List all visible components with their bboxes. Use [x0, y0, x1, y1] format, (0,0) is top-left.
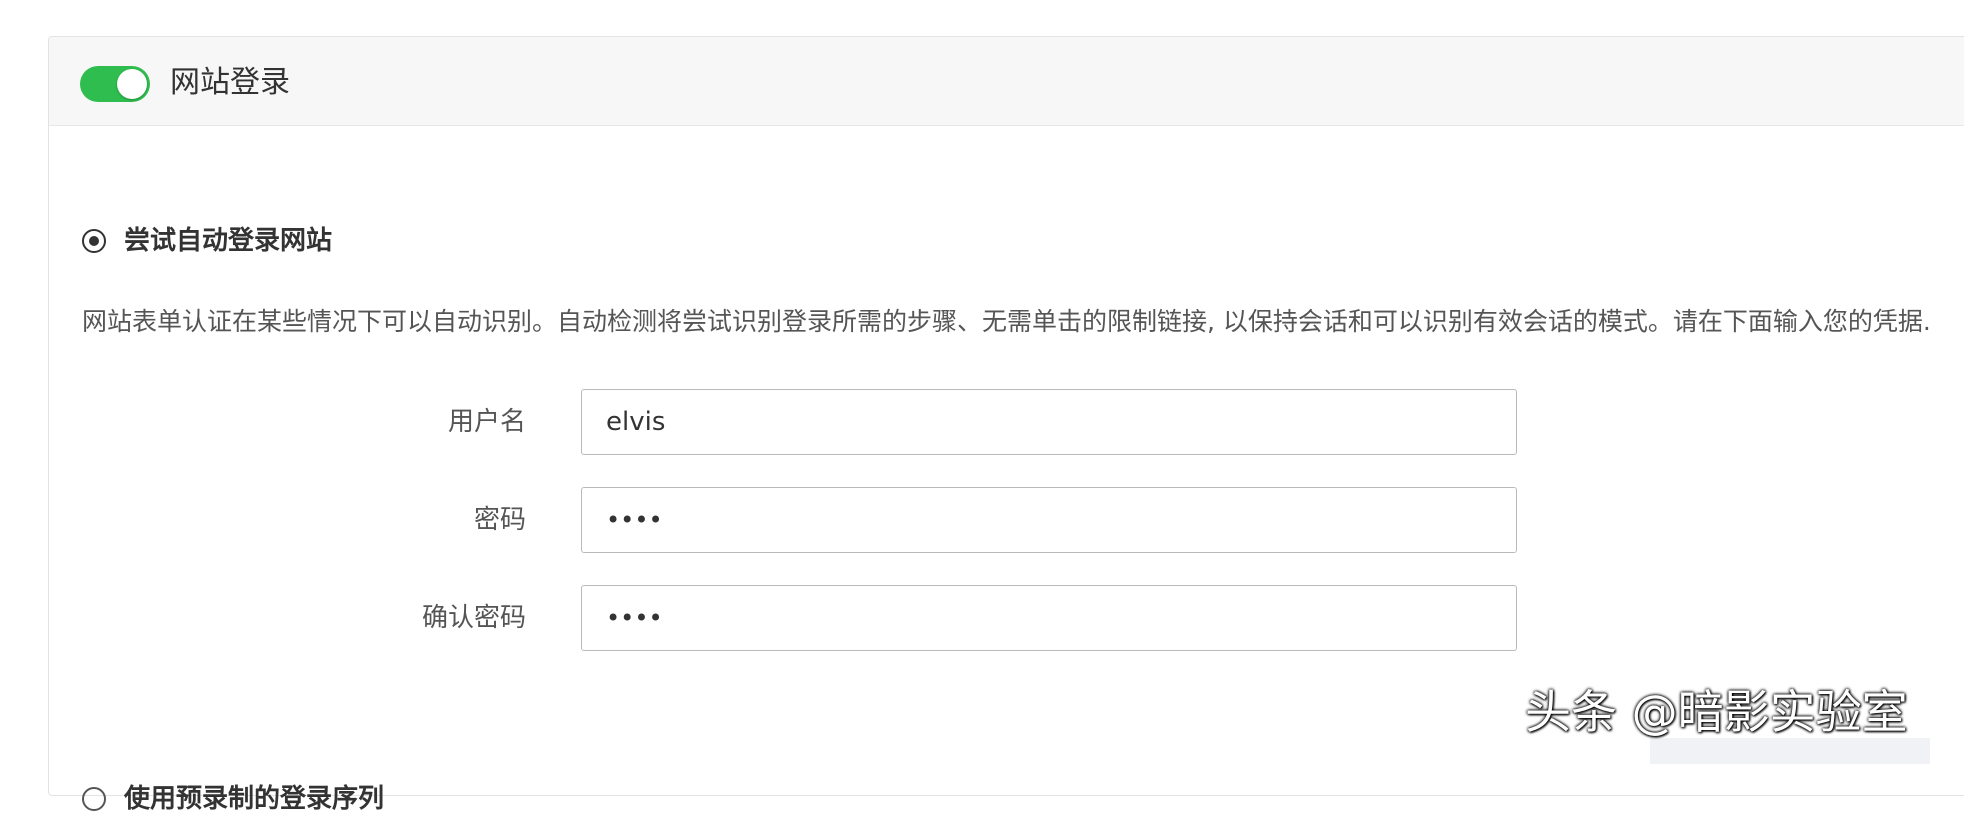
watermark: 头条 @暗影实验室 [1525, 685, 1908, 739]
website-login-toggle[interactable] [80, 66, 150, 102]
username-row: 用户名 [49, 389, 1964, 455]
confirm-password-input[interactable] [581, 585, 1517, 651]
username-input[interactable] [581, 389, 1517, 455]
panel-header: 网站登录 [49, 37, 1964, 126]
recorded-sequence-label[interactable]: 使用预录制的登录序列 [124, 779, 384, 819]
password-label: 密码 [473, 505, 526, 535]
toggle-knob [117, 69, 147, 99]
auto-login-description: 网站表单认证在某些情况下可以自动识别。自动检测将尝试识别登录所需的步骤、无需单击… [82, 307, 1931, 336]
auto-login-label[interactable]: 尝试自动登录网站 [124, 221, 332, 261]
confirm-password-row: 确认密码 [49, 585, 1964, 651]
recorded-sequence-radio[interactable] [82, 787, 106, 811]
panel-title: 网站登录 [170, 65, 290, 100]
username-label: 用户名 [447, 407, 526, 437]
password-row: 密码 [49, 487, 1964, 553]
radio-selected-dot [89, 236, 99, 246]
confirm-password-label: 确认密码 [421, 603, 526, 633]
auto-login-radio[interactable] [82, 229, 106, 253]
password-input[interactable] [581, 487, 1517, 553]
